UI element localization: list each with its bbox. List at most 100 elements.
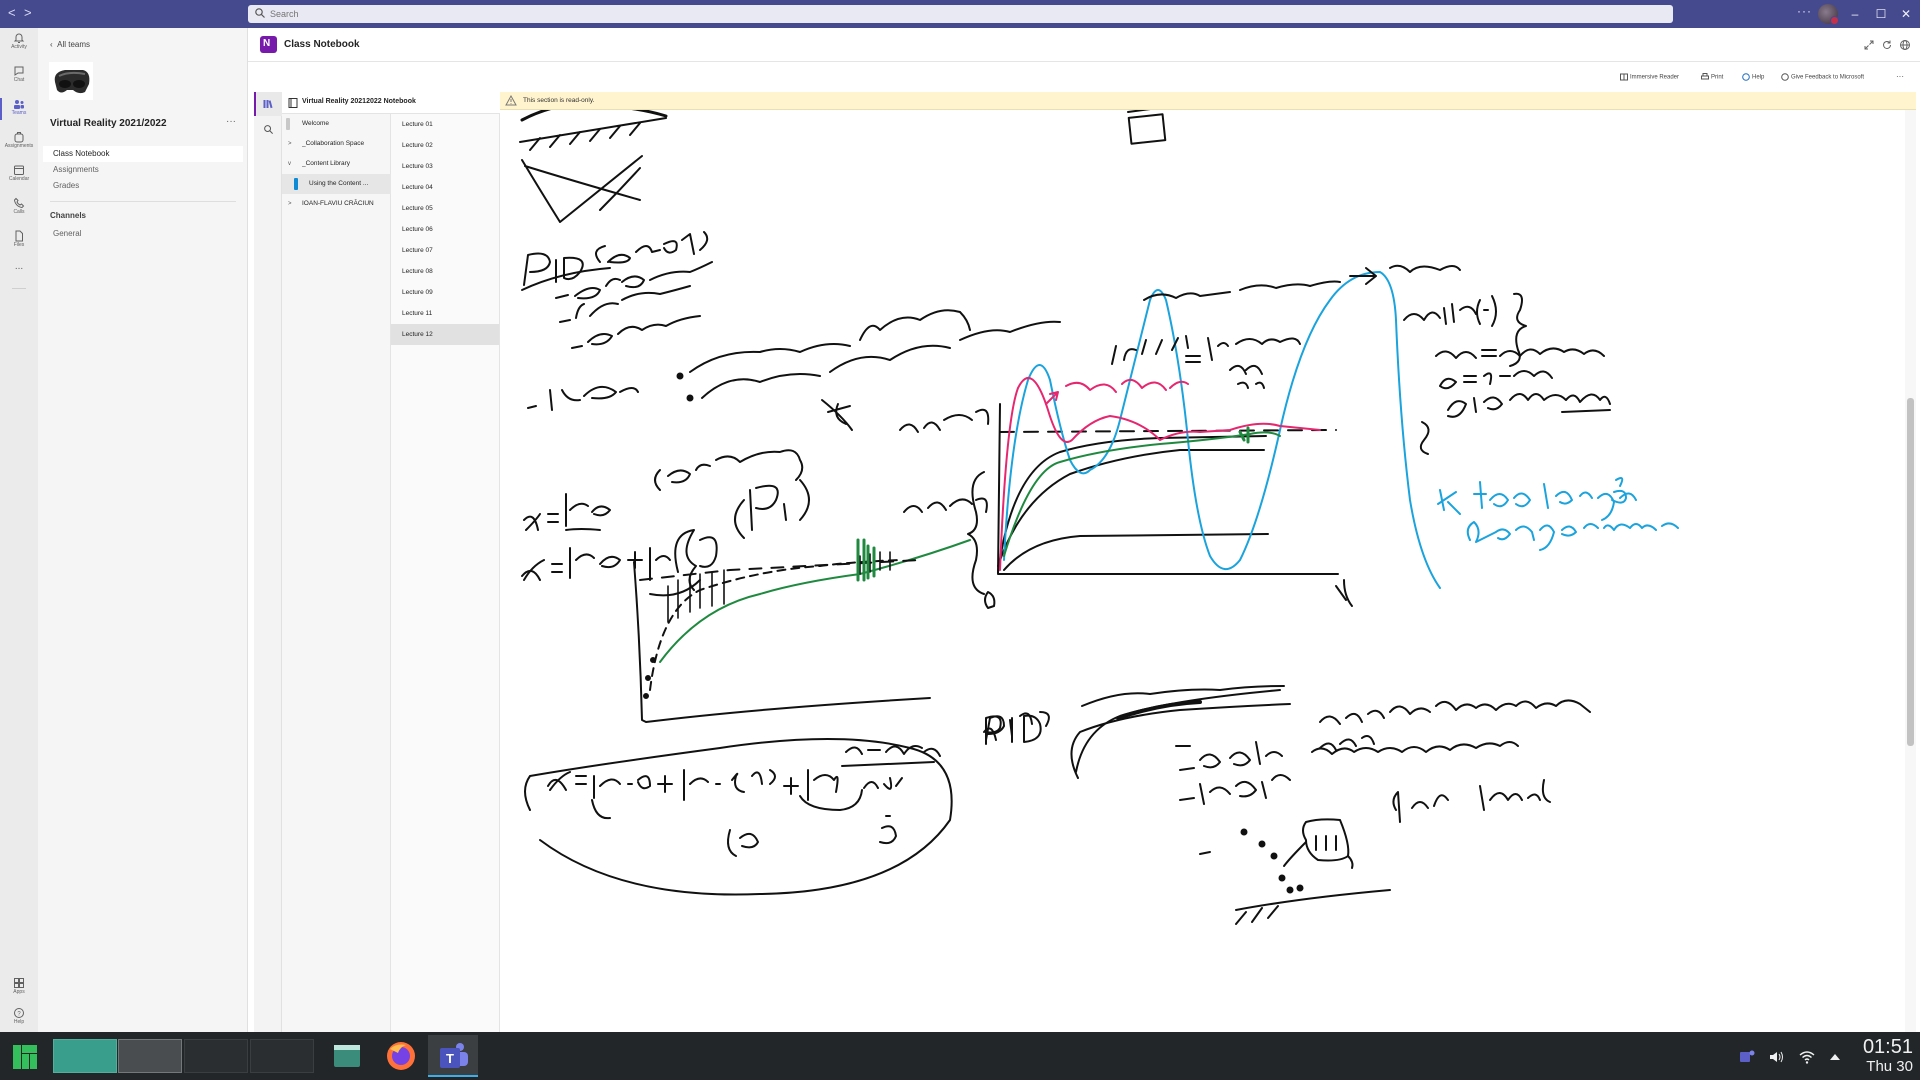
rail-calendar[interactable]: Calendar (0, 160, 38, 190)
book-icon (1620, 73, 1628, 81)
section-using-the-content[interactable]: Using the Content ... (282, 174, 391, 194)
svg-text:?: ? (17, 1011, 21, 1017)
notebooks-button[interactable] (254, 92, 282, 116)
taskbar-firefox[interactable] (376, 1035, 426, 1077)
section-welcome[interactable]: Welcome (282, 114, 391, 134)
notebook-icon (288, 98, 298, 108)
search-box[interactable] (248, 5, 1673, 23)
class-notebook-link[interactable]: Class Notebook (43, 146, 243, 162)
bell-icon (13, 33, 25, 43)
virtual-desktop-4[interactable] (250, 1039, 314, 1073)
chevron-right-icon: > (288, 141, 292, 147)
notebook-toolbar: Immersive Reader Print Help Give Feedbac… (248, 62, 1920, 92)
rail-label: Chat (13, 77, 25, 83)
page-item[interactable]: Lecture 01 (391, 114, 499, 135)
chat-icon (14, 66, 24, 76)
print-label: Print (1711, 74, 1724, 81)
file-icon (15, 230, 23, 242)
page-item[interactable]: Lecture 04 (391, 177, 499, 198)
rail-more[interactable]: ... (0, 259, 38, 289)
assignments-link[interactable]: Assignments (43, 162, 243, 178)
manjaro-menu-icon[interactable] (12, 1044, 38, 1070)
help-button[interactable]: Help (1742, 73, 1764, 83)
page-item[interactable]: Lecture 08 (391, 261, 499, 282)
refresh-icon[interactable] (1881, 39, 1893, 51)
virtual-desktop-3[interactable] (184, 1039, 248, 1073)
clock[interactable]: 01:51 Thu 30 (1851, 1036, 1913, 1076)
rail-activity[interactable]: Activity (0, 28, 38, 58)
rail-chat[interactable]: Chat (0, 61, 38, 91)
page-item-selected[interactable]: Lecture 12 (391, 324, 499, 345)
rail-label: Apps (13, 989, 25, 995)
rail-label: Activity (11, 44, 27, 50)
settings-more-icon[interactable]: ··· (1797, 4, 1812, 18)
help-circle-icon (1742, 73, 1750, 81)
section-collaboration-space[interactable]: > _Collaboration Space (282, 134, 391, 154)
scrollbar-thumb[interactable] (1907, 398, 1914, 746)
page-item[interactable]: Lecture 03 (391, 156, 499, 177)
notebook-header[interactable]: Virtual Reality 20212022 Notebook (282, 92, 500, 114)
ink-pid-formula (524, 738, 953, 896)
expand-icon[interactable] (1863, 39, 1875, 51)
team-more-icon[interactable]: ··· (226, 116, 236, 127)
grades-link[interactable]: Grades (43, 178, 243, 194)
page-item[interactable]: Lecture 06 (391, 219, 499, 240)
virtual-desktop-1[interactable] (53, 1039, 117, 1073)
print-button[interactable]: Print (1701, 73, 1723, 83)
channel-general[interactable]: General (43, 226, 243, 242)
library-icon (263, 100, 273, 109)
canvas-scrollbar[interactable] (1905, 110, 1916, 1032)
clock-time: 01:51 (1862, 1036, 1913, 1058)
taskbar-files-app[interactable] (322, 1035, 372, 1077)
rail-assignments[interactable]: Assignments (0, 127, 38, 157)
section-list: Welcome > _Collaboration Space v _Conten… (282, 114, 391, 1032)
notebook-canvas[interactable] (500, 110, 1906, 1032)
taskbar-teams[interactable]: T (428, 1035, 478, 1077)
virtual-desktop-2[interactable] (118, 1039, 182, 1073)
toolbar-more-icon[interactable]: ··· (1896, 73, 1904, 83)
search-icon[interactable] (263, 124, 274, 135)
page-item[interactable]: Lecture 02 (391, 135, 499, 156)
page-item[interactable]: Lecture 05 (391, 198, 499, 219)
page-list: Lecture 01 Lecture 02 Lecture 03 Lecture… (391, 114, 500, 1032)
app-header: Class Notebook (248, 28, 1920, 62)
back-arrow-icon[interactable]: < (8, 5, 16, 20)
globe-icon[interactable] (1899, 39, 1911, 51)
tray-expand-icon[interactable] (1828, 1048, 1842, 1066)
ink-while-loop-pseudocode (1403, 292, 1611, 455)
feedback-button[interactable]: Give Feedback to Microsoft (1781, 73, 1864, 83)
rail-teams[interactable]: Teams (0, 94, 38, 124)
forward-arrow-icon[interactable]: > (24, 5, 32, 20)
section-content-library[interactable]: v _Content Library (282, 154, 391, 174)
page-title: Class Notebook (284, 39, 360, 50)
wifi-icon[interactable] (1798, 1048, 1816, 1066)
title-bar: < > ··· – ☐ ✕ (0, 0, 1920, 28)
section-label: Welcome (302, 120, 329, 127)
rail-help[interactable]: ? Help (0, 1003, 38, 1033)
section-student[interactable]: > IOAN-FLAVIU CRĂCIUN (282, 194, 391, 214)
ink-knows-line (527, 309, 1061, 431)
rail-apps[interactable]: Apps (0, 973, 38, 1003)
page-item[interactable]: Lecture 09 (391, 282, 499, 303)
ink-pid-label (985, 689, 1281, 773)
page-item[interactable]: Lecture 11 (391, 303, 499, 324)
page-item[interactable]: Lecture 07 (391, 240, 499, 261)
read-only-notice: This section is read-only. (500, 92, 1916, 110)
teams-tray-icon[interactable] (1738, 1048, 1756, 1066)
maximize-button[interactable]: ☐ (1871, 4, 1891, 24)
all-teams-link[interactable]: ‹ All teams (50, 40, 90, 49)
rail-label: Calendar (8, 176, 30, 182)
team-pane: ‹ All teams Virtual Reality 2021/2022 ··… (38, 28, 248, 1032)
volume-icon[interactable] (1768, 1048, 1786, 1066)
search-input[interactable] (270, 5, 1660, 23)
rail-calls[interactable]: Calls (0, 193, 38, 223)
close-button[interactable]: ✕ (1896, 4, 1916, 24)
minimize-button[interactable]: – (1845, 4, 1865, 24)
rail-files[interactable]: Files (0, 226, 38, 256)
svg-text:T: T (446, 1051, 454, 1066)
immersive-reader-button[interactable]: Immersive Reader (1620, 73, 1679, 83)
rail-divider (12, 288, 26, 289)
immersive-reader-label: Immersive Reader (1630, 74, 1680, 81)
avatar[interactable] (1818, 4, 1839, 25)
section-label: IOAN-FLAVIU CRĂCIUN (302, 200, 374, 207)
